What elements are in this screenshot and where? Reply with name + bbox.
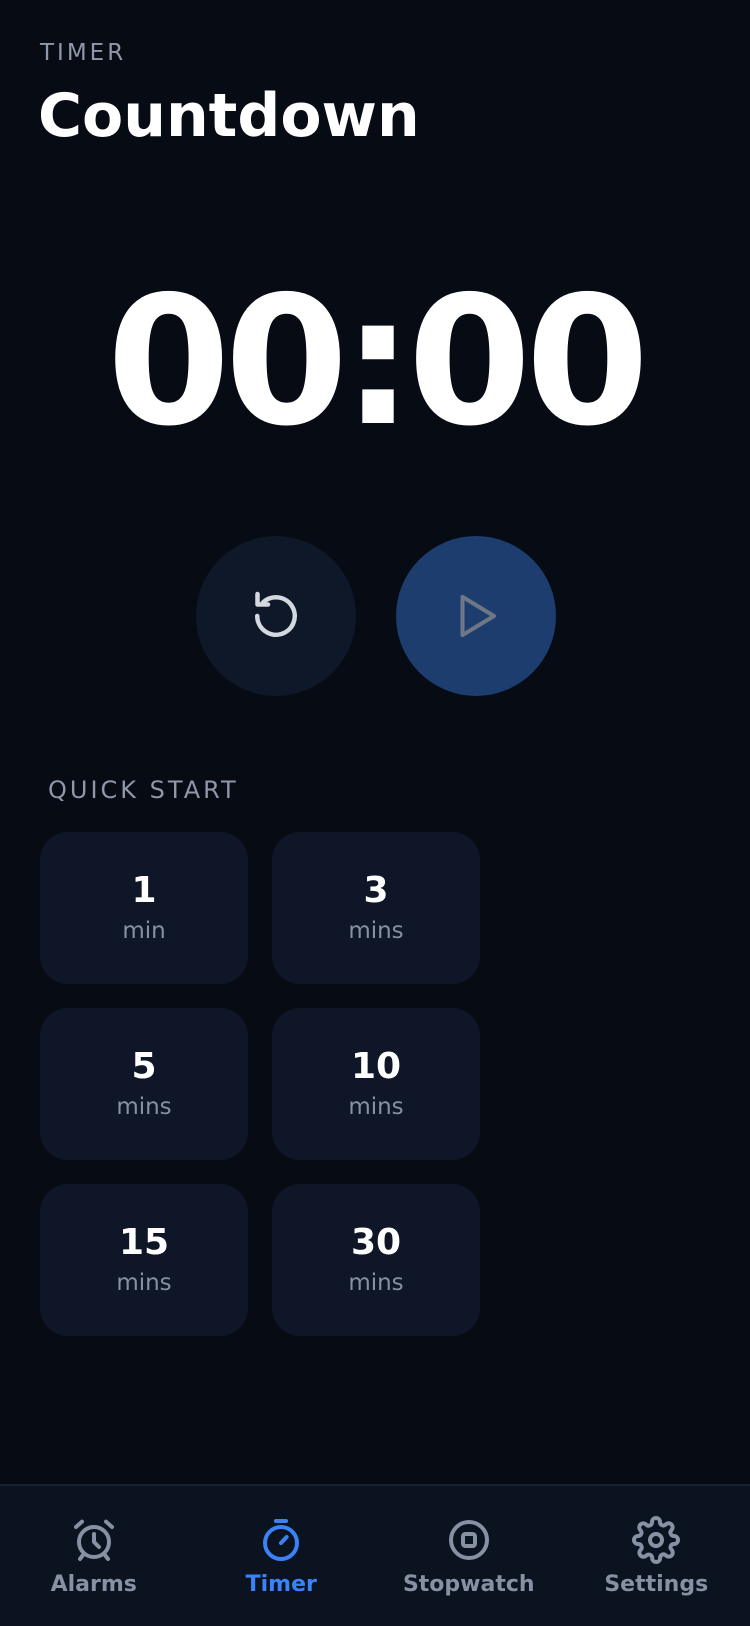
quick-start-grid: 1 min 3 mins 5 mins 10 mins 15 mins 30 m… <box>40 832 480 1336</box>
quick-start-1-min[interactable]: 1 min <box>40 832 248 984</box>
alarm-clock-icon <box>70 1516 118 1564</box>
reset-button[interactable] <box>196 536 356 696</box>
quick-start-unit: mins <box>348 1091 403 1123</box>
quick-start-label: QUICK START <box>48 776 239 804</box>
stopwatch-icon <box>257 1516 305 1564</box>
play-icon <box>449 589 503 643</box>
nav-label: Alarms <box>51 1572 137 1597</box>
gear-icon <box>632 1516 680 1564</box>
nav-label: Settings <box>604 1572 708 1597</box>
nav-item-alarms[interactable]: Alarms <box>0 1486 188 1626</box>
quick-start-unit: mins <box>116 1267 171 1299</box>
quick-start-unit: min <box>122 915 165 947</box>
quick-start-unit: mins <box>348 1267 403 1299</box>
quick-start-value: 30 <box>351 1221 401 1265</box>
page-title: Countdown <box>38 80 420 152</box>
quick-start-value: 3 <box>363 869 388 913</box>
quick-start-value: 1 <box>131 869 156 913</box>
quick-start-5-mins[interactable]: 5 mins <box>40 1008 248 1160</box>
quick-start-unit: mins <box>348 915 403 947</box>
nav-item-settings[interactable]: Settings <box>563 1486 750 1626</box>
reset-icon <box>246 586 306 646</box>
bottom-nav: Alarms Timer Stopwatch Settings <box>0 1484 750 1626</box>
quick-start-value: 5 <box>131 1045 156 1089</box>
nav-item-timer[interactable]: Timer <box>188 1486 376 1626</box>
quick-start-15-mins[interactable]: 15 mins <box>40 1184 248 1336</box>
quick-start-value: 15 <box>119 1221 169 1265</box>
quick-start-value: 10 <box>351 1045 401 1089</box>
quick-start-10-mins[interactable]: 10 mins <box>272 1008 480 1160</box>
header-eyebrow: TIMER <box>40 40 126 66</box>
stop-circle-icon <box>445 1516 493 1564</box>
quick-start-unit: mins <box>116 1091 171 1123</box>
nav-item-stopwatch[interactable]: Stopwatch <box>375 1486 563 1626</box>
quick-start-3-mins[interactable]: 3 mins <box>272 832 480 984</box>
timer-display: 00:00 <box>0 262 750 462</box>
nav-label: Timer <box>246 1572 317 1597</box>
quick-start-30-mins[interactable]: 30 mins <box>272 1184 480 1336</box>
nav-label: Stopwatch <box>403 1572 535 1597</box>
play-button[interactable] <box>396 536 556 696</box>
